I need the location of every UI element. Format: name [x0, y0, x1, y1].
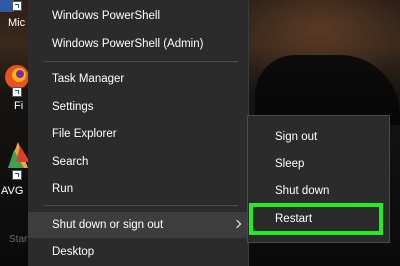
submenu-item-sleep[interactable]: Sleep	[248, 153, 389, 175]
menu-item-label: File Explorer	[52, 128, 117, 140]
menu-divider	[44, 61, 238, 62]
menu-item-run[interactable]: Run	[28, 178, 248, 200]
menu-item-label: Settings	[52, 101, 94, 113]
submenu-item-sign-out[interactable]: Sign out	[248, 126, 389, 148]
submenu-item-shut-down[interactable]: Shut down	[248, 180, 389, 202]
menu-item-label: Windows PowerShell	[52, 10, 161, 22]
start-button-label[interactable]: Start	[9, 234, 30, 245]
shortcut-arrow-icon	[12, 87, 22, 97]
menu-item-windows-powershell-admin[interactable]: Windows PowerShell (Admin)	[28, 33, 248, 55]
menu-item-windows-powershell[interactable]: Windows PowerShell	[28, 5, 248, 27]
quick-link-menu: Windows PowerShell Windows PowerShell (A…	[28, 0, 249, 266]
desktop-icon-label: Mic	[8, 17, 26, 29]
menu-item-label: Search	[52, 156, 89, 168]
submenu-item-label: Sleep	[275, 158, 305, 170]
menu-item-file-explorer[interactable]: File Explorer	[28, 123, 248, 145]
desktop-icon-label: Fi	[14, 100, 24, 112]
menu-item-label: Shut down or sign out	[52, 219, 164, 231]
shortcut-arrow-icon	[12, 170, 22, 180]
desktop-icon-label: AVG	[1, 185, 24, 197]
menu-item-label: Task Manager	[52, 73, 125, 85]
menu-item-label: Run	[52, 183, 74, 195]
menu-item-label: Windows PowerShell (Admin)	[52, 38, 204, 50]
chevron-right-icon	[232, 219, 242, 229]
menu-item-task-manager[interactable]: Task Manager	[28, 68, 248, 90]
menu-divider	[44, 205, 238, 206]
menu-item-label: Desktop	[52, 246, 95, 258]
menu-item-settings[interactable]: Settings	[28, 96, 248, 118]
menu-item-search[interactable]: Search	[28, 151, 248, 173]
shortcut-arrow-icon	[12, 1, 22, 11]
menu-item-desktop[interactable]: Desktop	[28, 241, 248, 263]
submenu-item-label: Shut down	[275, 185, 330, 197]
submenu-item-label: Sign out	[275, 131, 318, 143]
restart-highlight-box	[249, 203, 383, 235]
menu-item-shut-down-or-sign-out[interactable]: Shut down or sign out	[28, 212, 248, 238]
